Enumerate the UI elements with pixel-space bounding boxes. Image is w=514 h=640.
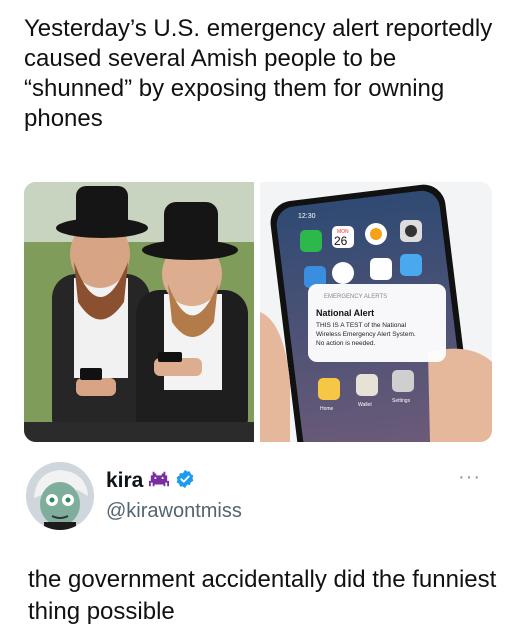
- display-name[interactable]: kira: [106, 469, 143, 493]
- name-row: kira: [106, 469, 195, 494]
- more-options-button[interactable]: ···: [458, 466, 481, 489]
- alert-body-2: Wireless Emergency Alert System.: [316, 331, 416, 338]
- quoted-tweet[interactable]: kira @kirawontmiss ··· the government ac…: [0, 442, 514, 640]
- tweet-text: the government accidentally did the funn…: [28, 566, 497, 625]
- alert-body-3: No action is needed.: [316, 340, 375, 347]
- svg-text:Settings: Settings: [392, 398, 411, 404]
- cartoon-avatar-icon: [26, 462, 94, 530]
- phone-time: 12:30: [298, 213, 316, 220]
- phone-alert-photo[interactable]: 12:30 MON 26 EMERGENCY ALERTS National A…: [260, 182, 492, 442]
- verified-badge-icon: [175, 469, 195, 494]
- iphone-alert-illustration: 12:30 MON 26 EMERGENCY ALERTS National A…: [260, 182, 492, 442]
- alert-body-1: THIS IS A TEST of the National: [316, 322, 407, 329]
- handle[interactable]: @kirawontmiss: [106, 500, 242, 523]
- svg-text:Wallet: Wallet: [358, 402, 372, 408]
- amish-men-photo[interactable]: [24, 182, 254, 442]
- svg-text:Home: Home: [320, 406, 334, 412]
- avatar[interactable]: [26, 462, 94, 530]
- headline: Yesterday’s U.S. emergency alert reporte…: [24, 15, 493, 132]
- svg-text:26: 26: [334, 234, 348, 248]
- alert-title: National Alert: [316, 308, 374, 318]
- media-grid[interactable]: 12:30 MON 26 EMERGENCY ALERTS National A…: [24, 182, 492, 442]
- space-invader-icon: [149, 470, 170, 493]
- alert-header: EMERGENCY ALERTS: [324, 294, 387, 300]
- amish-men-illustration: [24, 182, 254, 442]
